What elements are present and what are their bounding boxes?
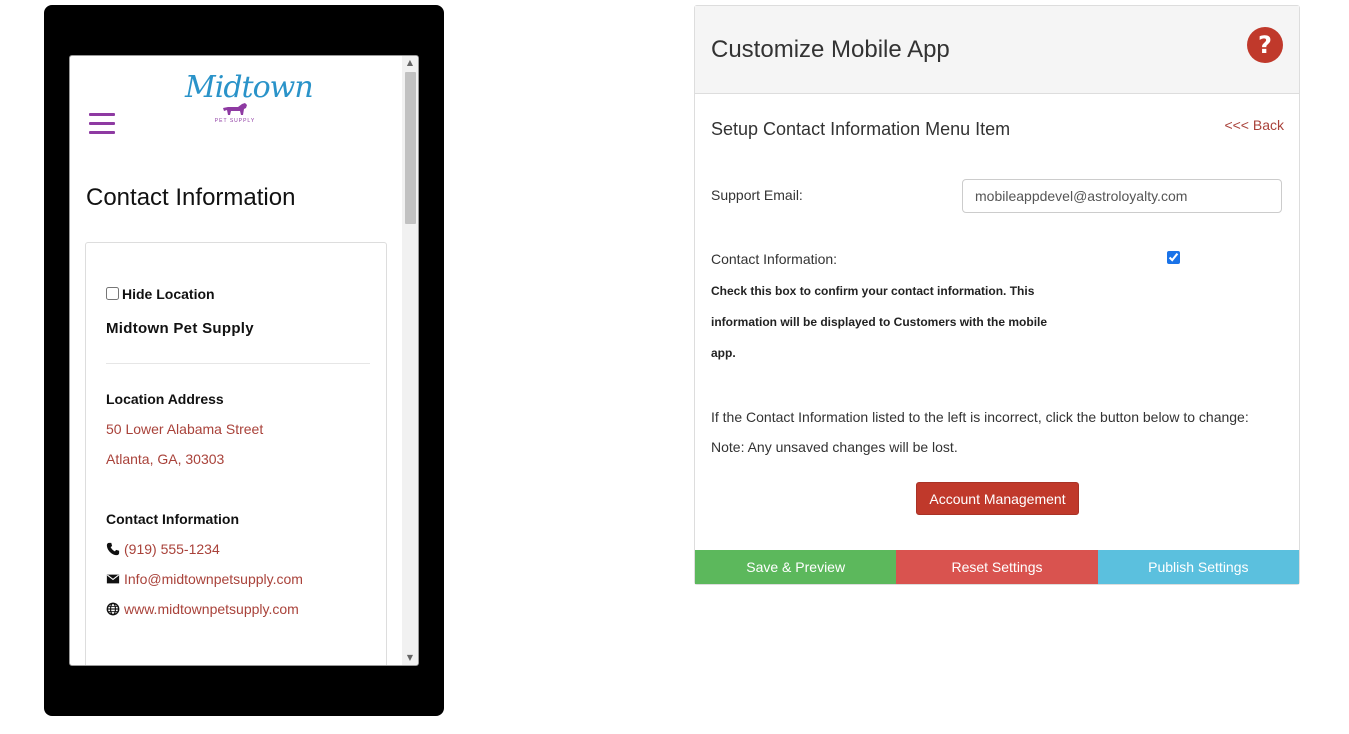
section-title: Setup Contact Information Menu Item xyxy=(711,119,1011,139)
phone-page-title: Contact Information xyxy=(86,184,296,211)
contact-information-label: Contact Information: xyxy=(711,251,838,267)
hide-location-label: Hide Location xyxy=(122,286,215,302)
reset-settings-button[interactable]: Reset Settings xyxy=(896,550,1098,584)
phone-icon xyxy=(106,542,120,556)
contact-card: Hide Location Midtown Pet Supply Locatio… xyxy=(85,242,387,665)
support-email-label: Support Email: xyxy=(711,187,803,203)
address-line1-link[interactable]: 50 Lower Alabama Street xyxy=(106,421,263,437)
email-link[interactable]: Info@midtownpetsupply.com xyxy=(124,571,303,587)
account-management-button[interactable]: Account Management xyxy=(916,482,1079,515)
scroll-up-arrow-icon[interactable]: ▲ xyxy=(402,56,418,70)
back-link[interactable]: <<< Back xyxy=(1224,117,1284,133)
globe-icon xyxy=(106,602,120,616)
scroll-thumb[interactable] xyxy=(405,72,416,224)
contact-information-checkbox[interactable] xyxy=(1167,251,1180,264)
phone-screen: Midtown PET SUPPLY Contact Information H… xyxy=(69,55,419,666)
panel-header: Customize Mobile App ? xyxy=(695,6,1299,94)
phone-row[interactable]: (919) 555-1234 xyxy=(106,541,220,557)
panel-title: Customize Mobile App xyxy=(711,36,950,63)
logo-word: Midtown xyxy=(185,70,314,105)
email-row[interactable]: Info@midtownpetsupply.com xyxy=(106,571,303,587)
unsaved-note-text: Note: Any unsaved changes will be lost. xyxy=(711,439,958,455)
midtown-logo: Midtown PET SUPPLY xyxy=(185,70,314,140)
hamburger-menu-icon[interactable] xyxy=(89,113,115,135)
phone-number-link[interactable]: (919) 555-1234 xyxy=(124,541,220,557)
publish-settings-button[interactable]: Publish Settings xyxy=(1097,550,1299,584)
card-divider xyxy=(106,363,370,364)
customize-panel: Customize Mobile App ? Setup Contact Inf… xyxy=(694,5,1300,585)
location-name: Midtown Pet Supply xyxy=(106,320,254,337)
support-email-input[interactable] xyxy=(962,179,1282,213)
contact-info-label: Contact Information xyxy=(106,511,239,527)
phone-scrollbar[interactable]: ▲ ▼ xyxy=(402,56,418,665)
incorrect-info-text: If the Contact Information listed to the… xyxy=(711,409,1249,425)
envelope-icon xyxy=(106,574,120,584)
hide-location-checkbox[interactable] xyxy=(106,287,119,300)
logo-subtitle: PET SUPPLY xyxy=(214,118,256,124)
hide-location-option[interactable]: Hide Location xyxy=(106,286,215,302)
save-preview-button[interactable]: Save & Preview xyxy=(695,550,897,584)
phone-frame: Midtown PET SUPPLY Contact Information H… xyxy=(44,5,444,716)
scroll-down-arrow-icon[interactable]: ▼ xyxy=(402,651,418,665)
website-row[interactable]: www.midtownpetsupply.com xyxy=(106,601,299,617)
help-question-icon[interactable]: ? xyxy=(1247,27,1283,63)
address-label: Location Address xyxy=(106,391,224,407)
contact-help-text: Check this box to confirm your contact i… xyxy=(711,284,1048,360)
action-button-row: Save & Preview Reset Settings Publish Se… xyxy=(695,550,1299,584)
website-link[interactable]: www.midtownpetsupply.com xyxy=(124,601,299,617)
address-line2-link[interactable]: Atlanta, GA, 30303 xyxy=(106,451,224,467)
